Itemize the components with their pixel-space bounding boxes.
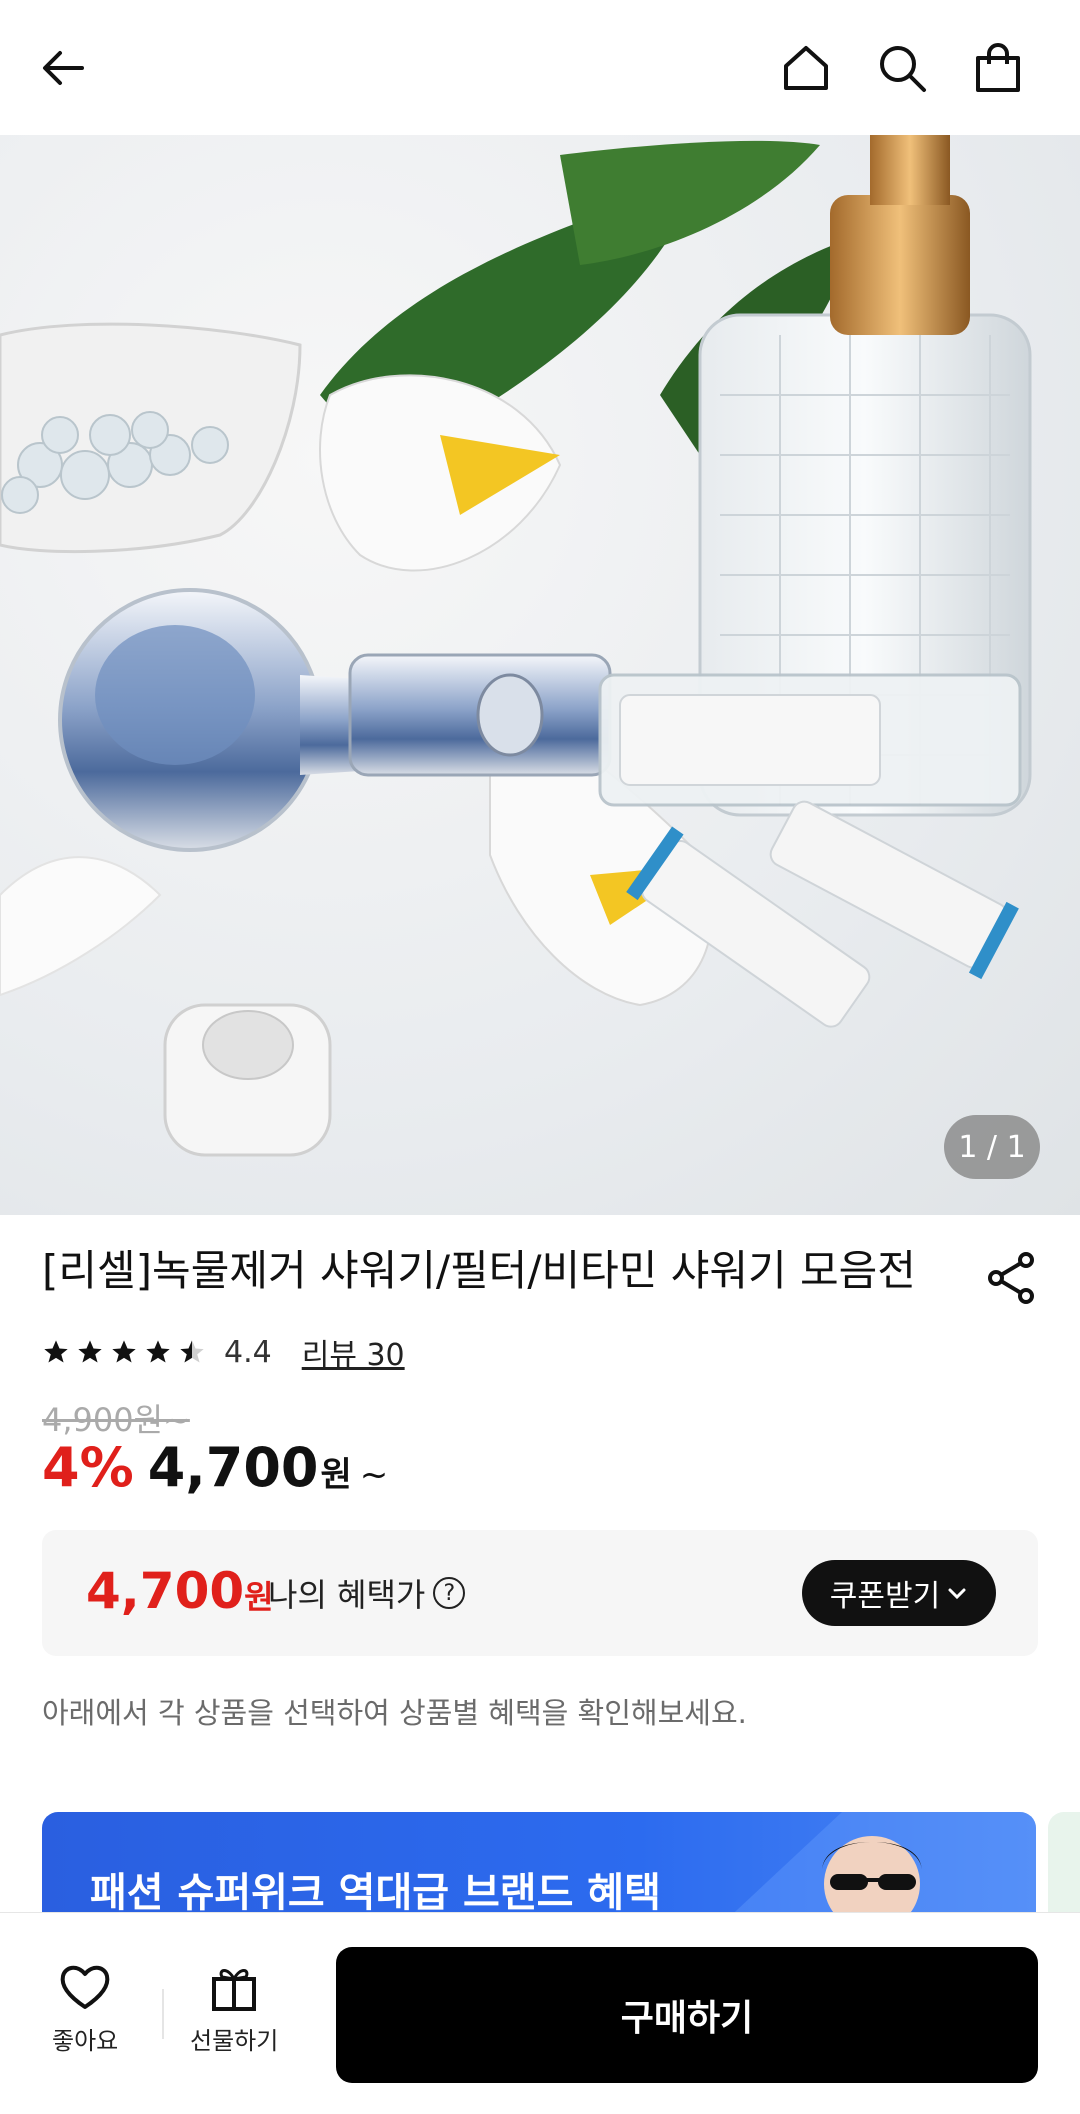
original-price: 4,900원~ [42, 1401, 190, 1439]
like-label: 좋아요 [52, 2027, 119, 2055]
share-icon[interactable] [982, 1248, 1042, 1308]
image-pager: 1 / 1 [944, 1115, 1040, 1179]
gift-icon [212, 1969, 257, 2011]
star-icon [146, 1340, 170, 1363]
review-link[interactable]: 리뷰 30 [302, 1330, 405, 1374]
next-banner-peek[interactable] [1048, 1812, 1080, 1924]
top-bar [0, 0, 1080, 135]
currency-unit: 원 [320, 1455, 352, 1495]
back-arrow-icon[interactable] [23, 28, 103, 108]
coupon-button[interactable]: 쿠폰받기 [802, 1560, 996, 1626]
star-icon [112, 1340, 136, 1363]
coupon-button-label: 쿠폰받기 [829, 1579, 941, 1614]
price-row: 4% 4,700 원 ~ [42, 1436, 388, 1499]
like-button[interactable]: 좋아요 [52, 1961, 118, 2056]
search-icon[interactable] [862, 28, 942, 108]
gift-button[interactable]: 선물하기 [190, 1961, 278, 2056]
discount-rate: 4% [42, 1436, 134, 1499]
benefit-price: 4,700원 [86, 1562, 274, 1620]
promo-banner-text: 패션 슈퍼위크 역대급 브랜드 혜택 [90, 1870, 661, 1916]
half-star-icon [180, 1340, 204, 1363]
action-divider [162, 1989, 164, 2039]
rating-value: 4.4 [224, 1334, 272, 1370]
shopping-bag-icon[interactable] [958, 28, 1038, 108]
star-icon [44, 1340, 68, 1363]
benefit-box: 4,700원 나의 혜택가 ? 쿠폰받기 [42, 1530, 1038, 1656]
sale-price: 4,700 [147, 1436, 319, 1499]
star-icon [78, 1340, 102, 1363]
home-icon[interactable] [766, 28, 846, 108]
benefit-notice: 아래에서 각 상품을 선택하여 상품별 혜택을 확인해보세요. [42, 1696, 747, 1730]
gift-label: 선물하기 [190, 2027, 279, 2055]
benefit-price-value: 4,700 [86, 1562, 245, 1620]
chevron-down-icon [948, 1588, 966, 1600]
promo-banner[interactable]: 패션 슈퍼위크 역대급 브랜드 혜택 [42, 1812, 1036, 1924]
heart-icon [60, 1965, 110, 2009]
benefit-label-text: 나의 혜택가 [268, 1576, 426, 1614]
rating-stars [42, 1338, 206, 1366]
product-photo-illustration [0, 135, 1032, 1157]
promo-model-illustration [722, 1812, 1036, 1924]
rating-row: 4.4 리뷰 30 [42, 1330, 405, 1374]
product-image[interactable] [0, 135, 1080, 1215]
product-title: [리셀]녹물제거 샤워기/필터/비타민 샤워기 모음전 [42, 1246, 916, 1295]
buy-button[interactable]: 구매하기 [336, 1947, 1038, 2083]
benefit-label: 나의 혜택가 ? [268, 1570, 466, 1616]
bottom-action-bar: 좋아요 선물하기 구매하기 [0, 1912, 1080, 2114]
price-range-tilde: ~ [359, 1455, 389, 1495]
help-icon[interactable]: ? [433, 1577, 466, 1609]
